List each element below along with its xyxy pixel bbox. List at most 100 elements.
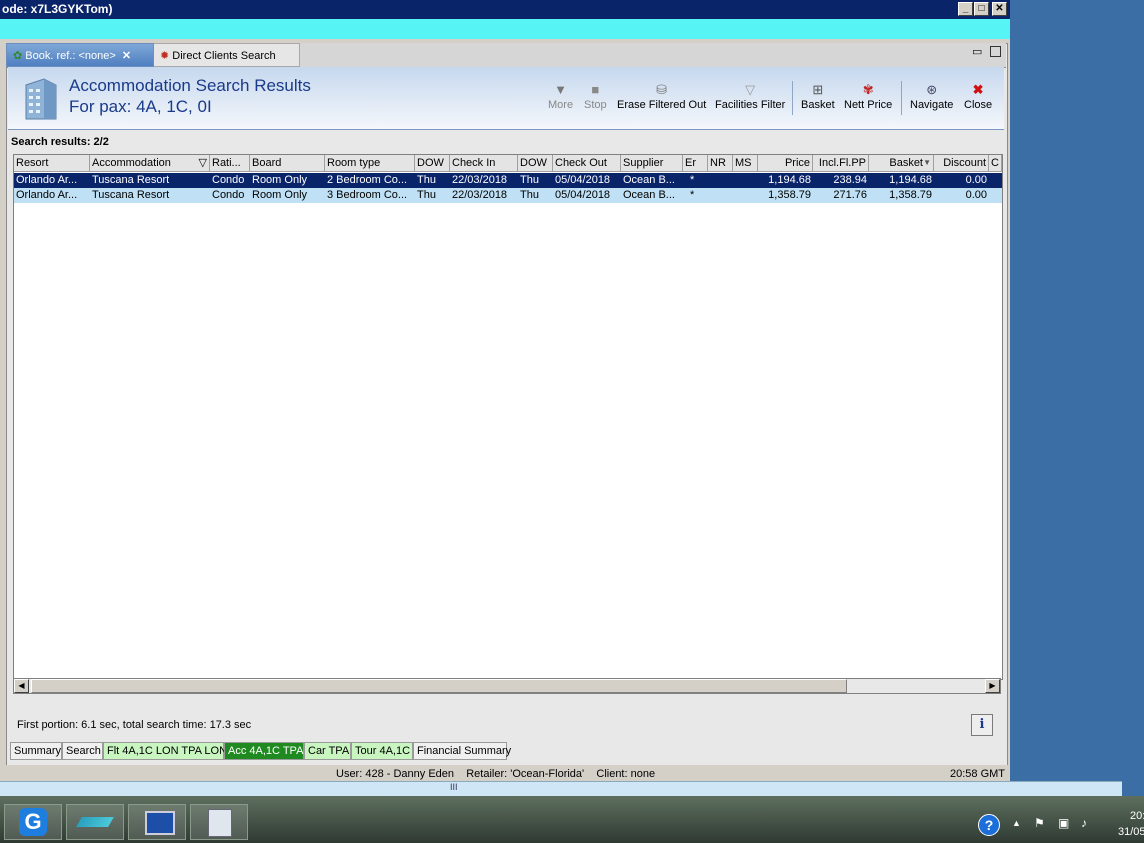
minimize-button[interactable]: _ [958,2,973,16]
col-discount[interactable]: Discount [934,155,989,171]
col-resort[interactable]: Resort [14,155,90,171]
table-row[interactable]: Orlando Ar... Tuscana Resort Condo Room … [14,188,1002,203]
pane-minimize-icon[interactable]: ▭ [972,45,982,58]
navigate-label: Navigate [910,99,954,111]
sort-desc-icon: ▼ [923,158,931,167]
col-ms[interactable]: MS [733,155,758,171]
network-icon[interactable]: ▣ [1058,816,1069,830]
results-table[interactable]: Resort Accommodation ▽ Rati... Board Room… [13,154,1003,680]
more-button[interactable]: ▼ More [548,82,573,112]
col-price[interactable]: Price [758,155,813,171]
close-results-button[interactable]: ✖ Close [964,83,992,112]
col-rating[interactable]: Rati... [210,155,250,171]
results-header: Accommodation Search Results For pax: 4A… [8,67,1004,130]
cell-resort: Orlando Ar... [16,189,78,201]
window-title: ode: x7L3GYKTom) [2,2,113,16]
col-incl-fl-pp[interactable]: Incl.Fl.PP [813,155,869,171]
bottom-tab[interactable]: Search [62,742,103,760]
volume-icon[interactable]: ♪ [1081,816,1087,830]
info-strip [0,19,1010,39]
basket-button[interactable]: ⊞ Basket [801,83,835,112]
cell-ms [733,188,758,203]
cell-discount: 0.00 [965,189,987,201]
col-dow-out[interactable]: DOW [518,155,553,171]
scroll-right-icon[interactable]: ▶ [985,679,1000,693]
title-bar: ode: x7L3GYKTom) _ □ ✕ [0,0,1010,19]
cell-er: * [690,189,695,201]
status-bar: User: 428 - Danny Eden Retailer: 'Ocean-… [0,765,1010,781]
erase-filtered-out-button[interactable]: ⛁ Erase Filtered Out [617,83,706,112]
tab-close-icon[interactable]: ✕ [122,50,131,62]
taskbar-app-calculator[interactable] [190,804,248,840]
cell-discount: 0.00 [965,174,987,186]
tab-direct-clients-search[interactable]: ✹ Direct Clients Search [154,43,300,67]
bottom-tab-bar: Summary Search Flt 4A,1C LON TPA LON Acc 4A… [10,742,1006,760]
cell-check-in: 22/03/2018 [452,174,508,186]
col-nr[interactable]: NR [708,155,733,171]
page-title: Accommodation Search Results [69,76,311,95]
cell-supplier: Ocean B... [623,189,675,201]
col-check-out[interactable]: Check Out [553,155,621,171]
results-count: Search results: 2/2 [11,136,109,148]
col-accommodation[interactable]: Accommodation ▽ [90,155,210,171]
cell-price: 1,358.79 [768,189,811,201]
col-basket-label: Basket [889,157,923,169]
tray-clock[interactable]: 20: 31/05 [1118,808,1144,840]
cell-dow-in: Thu [417,189,436,201]
calculator-icon [208,809,232,837]
bottom-tab[interactable]: Flt 4A,1C LON TPA LON [103,742,227,760]
taskbar-app-wing[interactable] [66,804,124,840]
tab-booking[interactable]: ✿ Book. ref.: <none> ✕ [6,43,154,67]
g-app-icon: G [19,808,47,836]
action-center-flag-icon[interactable]: ⚑ [1034,816,1045,830]
cell-basket: 1,194.68 [889,174,932,186]
col-c[interactable]: C [989,155,1002,171]
col-check-in[interactable]: Check In [450,155,518,171]
nett-price-button[interactable]: ✾ Nett Price [844,83,892,112]
help-icon[interactable]: ? [978,814,1000,836]
taskbar-app-g[interactable]: G [4,804,62,840]
cell-rating: Condo [212,189,245,201]
info-button[interactable]: i [971,714,993,736]
horizontal-scrollbar[interactable]: ◀ ▶ [13,678,1001,694]
pane-maximize-icon[interactable] [990,46,1001,57]
cell-ms [733,173,758,188]
stop-button[interactable]: ■ Stop [584,83,607,112]
close-window-button[interactable]: ✕ [992,2,1007,16]
bottom-tab[interactable]: Acc 4A,1C TPA [224,742,304,760]
col-board[interactable]: Board [250,155,325,171]
navigate-icon: ⊛ [926,82,938,97]
table-row[interactable]: Orlando Ar... Tuscana Resort Condo Room … [14,173,1002,188]
filter-icon[interactable]: ▽ [199,155,207,171]
scroll-left-icon[interactable]: ◀ [14,679,29,693]
taskbar-app-remote[interactable] [128,804,186,840]
cell-board: Room Only [252,189,308,201]
more-icon: ▼ [554,82,567,97]
building-icon [22,75,58,121]
col-room-type[interactable]: Room type [325,155,415,171]
scrollbar-thumb[interactable] [31,679,847,693]
cell-price: 1,194.68 [768,174,811,186]
table-header: Resort Accommodation ▽ Rati... Board Room… [14,155,1002,172]
bottom-tab[interactable]: Summary [10,742,62,760]
cell-dow-out: Thu [520,189,539,201]
navigate-button[interactable]: ⊛ Navigate [910,82,954,112]
cell-rating: Condo [212,174,245,186]
cell-dow-out: Thu [520,174,539,186]
status-time: 20:58 GMT [950,768,1006,780]
cell-incl-fl-pp: 271.76 [833,189,867,201]
stop-label: Stop [584,99,607,111]
col-supplier[interactable]: Supplier [621,155,683,171]
col-basket[interactable]: Basket ▼ [869,155,934,171]
bottom-tab[interactable]: Car TPA [304,742,351,760]
splitter-handle[interactable]: III [0,781,1122,797]
cell-incl-fl-pp: 238.94 [833,174,867,186]
maximize-button[interactable]: □ [974,2,989,16]
clients-icon: ✹ [160,50,170,62]
col-er[interactable]: Er [683,155,708,171]
col-dow-in[interactable]: DOW [415,155,450,171]
tray-expand-icon[interactable]: ▲ [1012,818,1021,828]
facilities-filter-button[interactable]: ▽ Facilities Filter [715,83,785,112]
bottom-tab[interactable]: Tour 4A,1C [351,742,413,760]
bottom-tab[interactable]: Financial Summary [413,742,511,760]
